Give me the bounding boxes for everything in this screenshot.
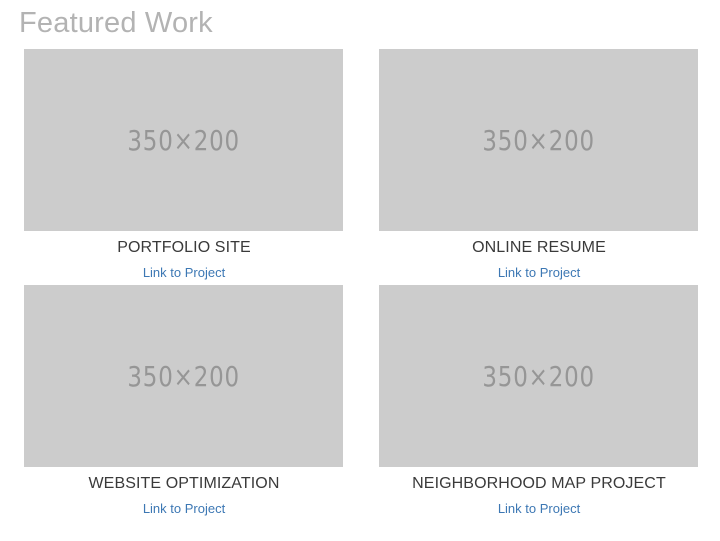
- project-link[interactable]: Link to Project: [379, 256, 699, 280]
- project-thumbnail: 350×200: [379, 49, 698, 231]
- thumbnail-placeholder-text: 350×200: [482, 123, 595, 157]
- project-card-portfolio-site: 350×200 PORTFOLIO SITE Link to Project: [24, 49, 344, 280]
- project-title: ONLINE RESUME: [472, 239, 606, 256]
- project-title: WEBSITE OPTIMIZATION: [88, 475, 280, 492]
- project-card-website-optimization: 350×200 WEBSITE OPTIMIZATION Link to Pro…: [24, 285, 344, 516]
- project-card-neighborhood-map: 350×200 NEIGHBORHOOD MAP PROJECT Link to…: [379, 285, 699, 516]
- project-link[interactable]: Link to Project: [24, 492, 344, 516]
- thumbnail-placeholder-text: 350×200: [127, 359, 240, 393]
- project-card-online-resume: 350×200 ONLINE RESUME Link to Project: [379, 49, 699, 280]
- thumbnail-placeholder-text: 350×200: [482, 359, 595, 393]
- project-thumbnail: 350×200: [24, 49, 343, 231]
- section-title: Featured Work: [19, 7, 213, 39]
- project-link[interactable]: Link to Project: [379, 492, 699, 516]
- project-title: PORTFOLIO SITE: [117, 239, 251, 256]
- project-title: NEIGHBORHOOD MAP PROJECT: [412, 475, 666, 492]
- project-link[interactable]: Link to Project: [24, 256, 344, 280]
- thumbnail-placeholder-text: 350×200: [127, 123, 240, 157]
- project-thumbnail: 350×200: [24, 285, 343, 467]
- project-thumbnail: 350×200: [379, 285, 698, 467]
